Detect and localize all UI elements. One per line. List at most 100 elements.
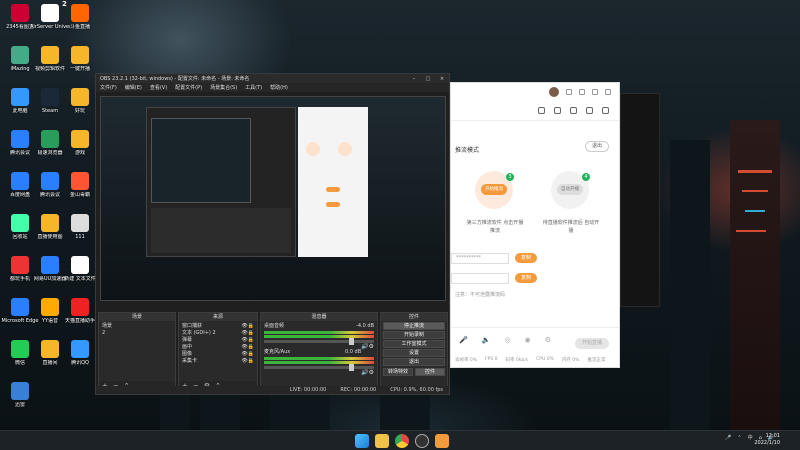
desktop-icon[interactable]: 金山毒霸	[60, 172, 100, 198]
volume-slider[interactable]	[264, 338, 374, 345]
start-recording-button[interactable]: 开始录制	[383, 331, 445, 339]
clock[interactable]: 12:01 2022/1/10	[754, 433, 780, 447]
eye-icon[interactable]: ◉	[525, 336, 531, 344]
speaker-gear-icon[interactable]: 🔊⚙	[361, 369, 374, 376]
file-explorer-icon[interactable]	[375, 434, 389, 448]
mic-icon[interactable]: 🎤	[459, 336, 468, 344]
gear-icon[interactable]: ⚙	[545, 336, 551, 344]
neon-strip	[736, 230, 766, 232]
exit-mode-button[interactable]: 退出	[585, 141, 609, 152]
gift-icon[interactable]	[538, 107, 545, 114]
studio-mode-button[interactable]: 工作室模式	[383, 340, 445, 348]
eye-lock-icon[interactable]: 👁🔒	[241, 358, 254, 365]
scenes-header: 场景	[99, 313, 175, 321]
obs-window: OBS 23.2.1 (32-bit, windows) - 配置文件: 未命名…	[95, 73, 450, 395]
desktop-icon[interactable]: 腾讯QQ	[60, 340, 100, 366]
controls-tab[interactable]: 控件	[415, 368, 445, 376]
desktop-icon[interactable]: 一键开播	[60, 46, 100, 72]
desktop-icon[interactable]: 天猫直播助手	[60, 298, 100, 324]
menu-tools[interactable]: 工具(T)	[245, 84, 262, 91]
slider-handle[interactable]	[349, 364, 354, 371]
app-icon[interactable]	[435, 434, 449, 448]
source-item[interactable]: 画中 👁🔒	[182, 344, 254, 351]
camera-icon[interactable]: ◎	[504, 336, 510, 344]
maximize-icon[interactable]: □	[421, 76, 435, 82]
eye-lock-icon[interactable]: 👁🔒	[241, 337, 254, 344]
preview-nested-docks	[151, 208, 291, 253]
desktop-icon[interactable]: 好玩	[60, 88, 100, 114]
copy-button[interactable]: 复制	[515, 273, 537, 283]
shirt-icon[interactable]	[566, 89, 572, 95]
obs-preview[interactable]	[100, 96, 446, 301]
obs-icon[interactable]	[415, 434, 429, 448]
speaker-gear-icon[interactable]: 🔊⚙	[361, 343, 374, 350]
copy-button[interactable]: 复制	[515, 253, 537, 263]
shop-icon[interactable]	[554, 107, 561, 114]
desktop-icon-label: 天猫直播助手	[64, 318, 95, 324]
bell-icon[interactable]	[586, 107, 593, 114]
speaker-icon[interactable]: 🔈	[482, 336, 491, 344]
desktop-app-icon	[11, 214, 29, 232]
transition-button[interactable]: 转场特效	[383, 368, 413, 376]
audio-meter	[264, 331, 374, 334]
option-third-party[interactable]: 开始推流 3	[475, 171, 514, 209]
menu-file[interactable]: 文件(F)	[100, 84, 117, 91]
minimize-icon[interactable]	[579, 89, 585, 95]
desktop-app-icon	[11, 4, 29, 22]
scene-item[interactable]: 场景	[102, 323, 172, 330]
menu-scene-collection[interactable]: 场景集合(S)	[210, 84, 237, 91]
auto-start-button[interactable]: 自动开播	[557, 184, 583, 195]
chat-icon[interactable]	[570, 107, 577, 114]
start-live-button[interactable]: 开始直播	[575, 338, 609, 349]
source-item[interactable]: 采集卡 👁🔒	[182, 358, 254, 365]
slider-handle[interactable]	[349, 338, 354, 345]
controls-header: 控件	[381, 313, 447, 321]
desktop-icon[interactable]: 迅雷	[0, 382, 40, 408]
live-status: LIVE: 00:00:00	[289, 387, 327, 393]
start-push-button[interactable]: 开始推流	[481, 184, 507, 195]
chrome-icon[interactable]	[395, 434, 409, 448]
rec-status: REC: 00:00:00	[340, 387, 377, 393]
language-indicator[interactable]: 中	[748, 434, 753, 441]
scene-item[interactable]: 2	[102, 330, 172, 337]
volume-slider[interactable]	[264, 364, 374, 371]
avatar[interactable]	[549, 87, 559, 97]
eye-lock-icon[interactable]: 👁🔒	[241, 344, 254, 351]
windows-start-icon[interactable]	[355, 434, 369, 448]
desktop-icon[interactable]: 新建 文本文件	[60, 256, 100, 282]
exit-button[interactable]: 退出	[383, 358, 445, 366]
settings-button[interactable]: 设置	[383, 349, 445, 357]
menu-edit[interactable]: 编辑(E)	[125, 84, 142, 91]
source-item[interactable]: 文本 (GDI+) 2 👁🔒	[182, 330, 254, 337]
option-auto[interactable]: 自动开播 4	[551, 171, 590, 209]
minimize-icon[interactable]: –	[407, 76, 421, 82]
source-item[interactable]: 图像 👁🔒	[182, 351, 254, 358]
stop-streaming-button[interactable]: 停止推流	[383, 322, 445, 330]
source-item[interactable]: 窗口捕获 👁🔒	[182, 323, 254, 330]
eye-lock-icon[interactable]: 👁🔒	[241, 323, 254, 330]
eye-lock-icon[interactable]: 👁🔒	[241, 351, 254, 358]
close-icon[interactable]	[605, 89, 611, 95]
mic-icon[interactable]: 🎤	[725, 435, 731, 441]
desktop-icon-label: 金山毒霸	[69, 192, 90, 198]
maximize-icon[interactable]	[592, 89, 598, 95]
close-icon[interactable]: ×	[435, 76, 449, 82]
share-icon[interactable]	[602, 107, 609, 114]
desktop-app-icon	[71, 4, 89, 22]
chevron-up-icon[interactable]: ⌃	[737, 435, 741, 441]
menu-profile[interactable]: 配置文件(P)	[175, 84, 202, 91]
stream-key-field[interactable]	[451, 273, 509, 284]
desktop-icon[interactable]: 111	[60, 214, 100, 240]
desktop-icon-label: 斗鱼直播	[69, 24, 90, 30]
menu-help[interactable]: 帮助(H)	[270, 84, 288, 91]
source-item[interactable]: 弹幕 👁🔒	[182, 337, 254, 344]
mixer-dock: 混音器 桌面音频 -4.0 dB 🔊⚙ 麦克风/Aux 0.0 dB 🔊⚙	[260, 312, 378, 392]
stream-stats: 丢帧率 0% FPS 0 码率 0kb/s CPU 0% 内存 0% 推流正常	[455, 357, 606, 363]
desktop-icon[interactable]: 游戏	[60, 130, 100, 156]
menu-view[interactable]: 查看(V)	[150, 84, 167, 91]
eye-lock-icon[interactable]: 👁🔒	[241, 330, 254, 337]
preview-circle	[338, 142, 352, 156]
notification-badge: 2	[62, 0, 67, 8]
stream-url-field[interactable]: **********	[451, 253, 509, 264]
desktop-app-icon	[71, 256, 89, 274]
